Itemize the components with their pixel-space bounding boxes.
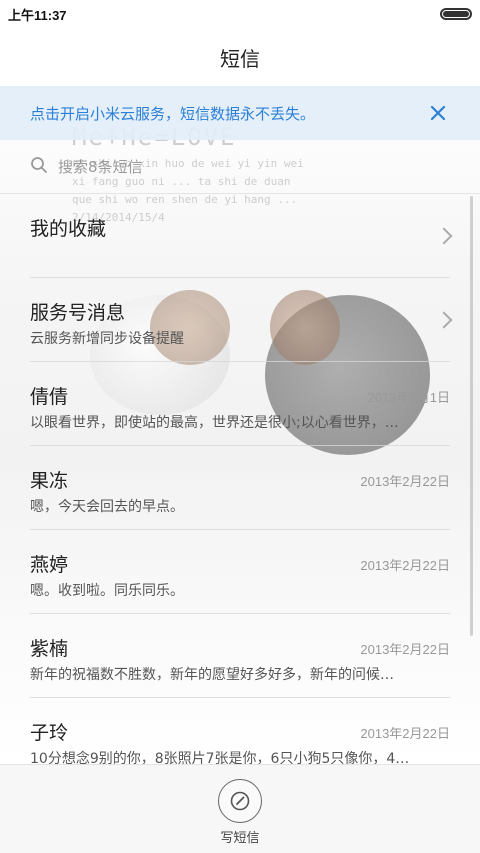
list-item-name: 子玲: [30, 722, 69, 744]
list-item[interactable]: 紫楠 2013年2月22日 新年的祝福数不胜数，新年的愿望好多好多，新年的问候…: [30, 614, 450, 698]
list-item-preview: 嗯。收到啦。同乐同乐。: [30, 583, 184, 599]
cloud-service-banner[interactable]: 点击开启小米云服务，短信数据永不丢失。: [0, 86, 480, 140]
list-item-date: 2013年2月22日: [360, 474, 450, 489]
search-bar[interactable]: [0, 140, 480, 194]
list-item-name: 紫楠: [30, 638, 69, 660]
chevron-right-icon: [435, 227, 453, 245]
search-icon: [30, 156, 58, 178]
list-item-preview: 以眼看世界，即使站的最高，世界还是很小;以心看世界，…: [30, 415, 399, 431]
status-bar: 上午11:37: [0, 0, 480, 28]
list-item-preview: 嗯，今天会回去的早点。: [30, 499, 184, 515]
list-item[interactable]: 倩倩 2013年3月1日 以眼看世界，即使站的最高，世界还是很小;以心看世界，…: [30, 362, 450, 446]
search-input[interactable]: [58, 157, 438, 176]
scrollbar[interactable]: [470, 196, 473, 636]
close-icon[interactable]: [426, 101, 450, 125]
list-item-date: 2013年2月22日: [360, 558, 450, 573]
title-bar: 短信: [0, 28, 480, 86]
compose-label[interactable]: 写短信: [220, 827, 259, 846]
compose-icon: [230, 791, 250, 811]
list-item[interactable]: 燕婷 2013年2月22日 嗯。收到啦。同乐同乐。: [30, 530, 450, 614]
battery-icon: [440, 8, 472, 20]
list-item-preview: 云服务新增同步设备提醒: [30, 331, 184, 347]
list-item-name: 服务号消息: [30, 302, 126, 324]
list-item[interactable]: 果冻 2013年2月22日 嗯，今天会回去的早点。: [30, 446, 450, 530]
list-item-name: 倩倩: [30, 386, 69, 408]
list-item-date: 2013年2月22日: [360, 642, 450, 657]
status-time: 上午11:37: [8, 7, 67, 23]
bottom-bar: 写短信: [0, 764, 480, 853]
conversation-list: 我的收藏 服务号消息 云服务新增同步设备提醒 倩倩 2013年3月1日 以眼看世…: [0, 194, 480, 782]
list-item-date: 2013年2月22日: [360, 726, 450, 741]
chevron-right-icon: [435, 311, 453, 329]
close-icon-svg: [430, 105, 446, 121]
page-title: 短信: [220, 46, 260, 71]
list-item-name: 燕婷: [30, 554, 69, 576]
list-item-service-messages[interactable]: 服务号消息 云服务新增同步设备提醒: [30, 278, 453, 362]
compose-button[interactable]: [218, 779, 262, 823]
list-item-name: 果冻: [30, 470, 69, 492]
list-item-date: 2013年3月1日: [367, 390, 450, 405]
banner-text[interactable]: 点击开启小米云服务，短信数据永不丢失。: [30, 103, 315, 124]
list-item-favorites[interactable]: 我的收藏: [30, 194, 453, 278]
list-item-preview: 新年的祝福数不胜数，新年的愿望好多好多，新年的问候…: [30, 667, 394, 683]
list-item-name: 我的收藏: [30, 218, 107, 240]
